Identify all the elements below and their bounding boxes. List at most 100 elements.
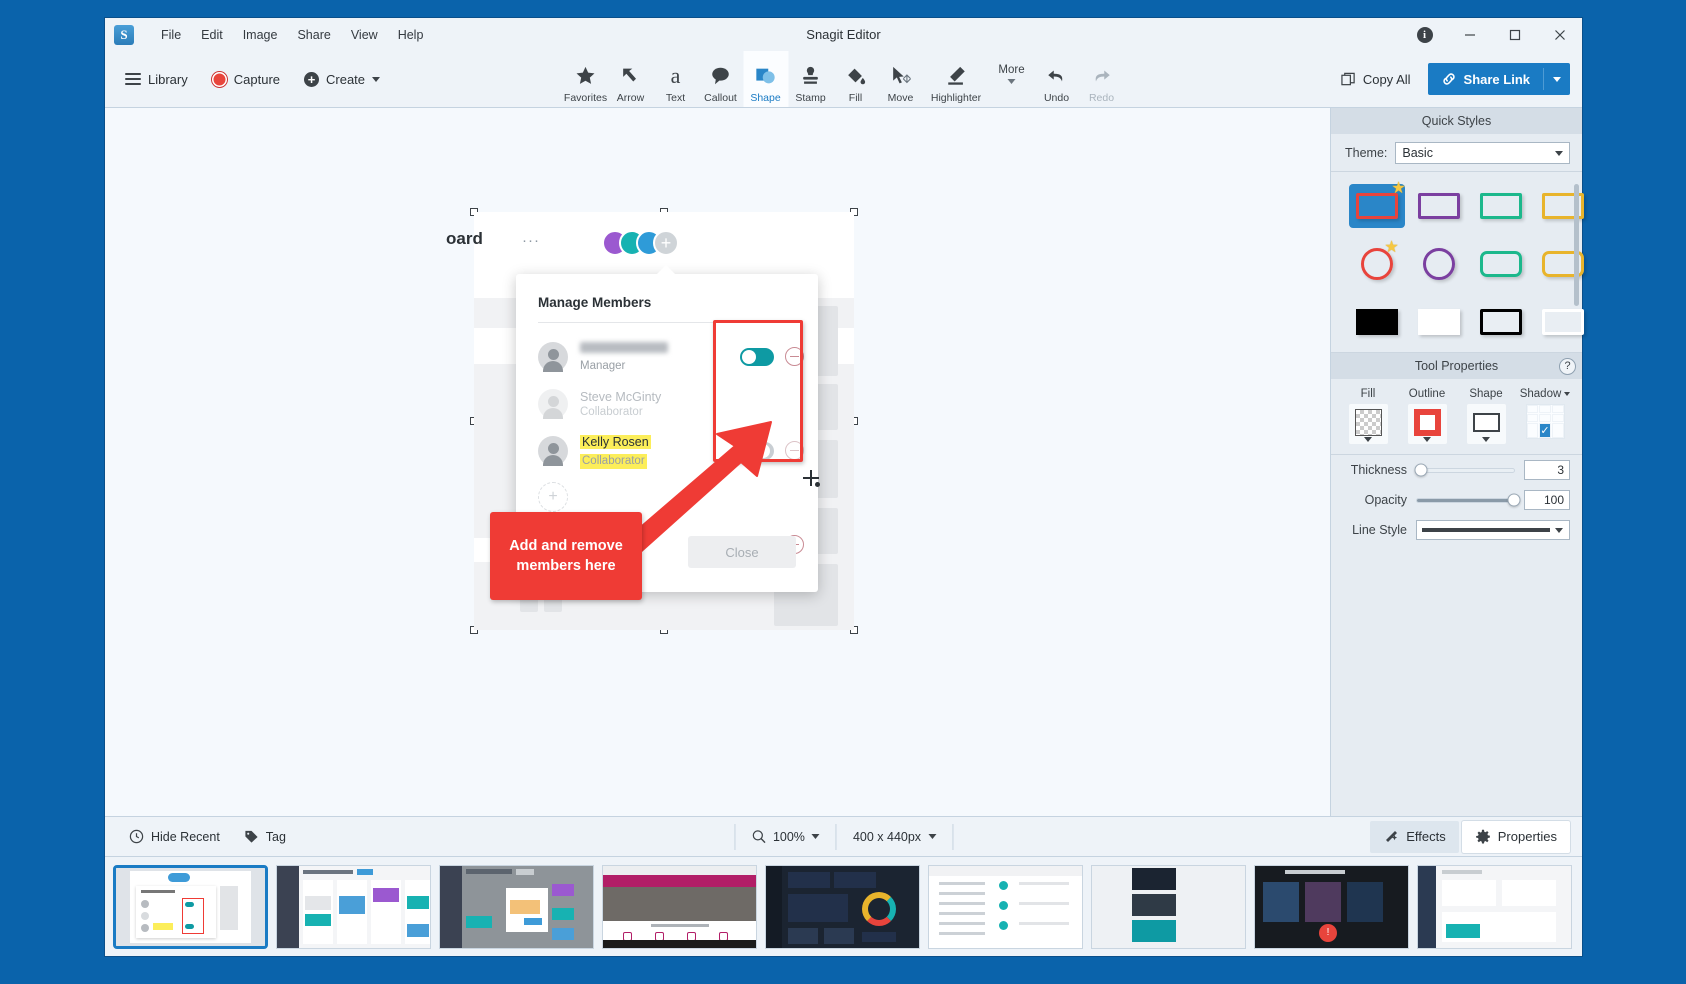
style-swatch-white-outline[interactable]	[1535, 300, 1591, 344]
opacity-value[interactable]: 100	[1524, 490, 1570, 510]
add-member-avatar-button[interactable]: +	[653, 230, 679, 256]
thickness-value[interactable]: 3	[1524, 460, 1570, 480]
style-swatch-teal-rounded[interactable]	[1473, 242, 1529, 286]
add-member-button[interactable]: +	[538, 482, 568, 512]
menu-edit[interactable]: Edit	[192, 24, 232, 46]
opacity-slider[interactable]	[1416, 498, 1515, 503]
style-swatch-amber-rectangle[interactable]	[1535, 184, 1591, 228]
tool-label: Arrow	[617, 92, 644, 104]
tool-label: Redo	[1089, 92, 1114, 104]
quick-styles-scrollbar[interactable]	[1574, 184, 1579, 306]
menu-image[interactable]: Image	[234, 24, 287, 46]
copy-all-label: Copy All	[1363, 72, 1411, 87]
help-button[interactable]: ?	[1559, 358, 1576, 375]
member-name: Kelly Rosen	[580, 435, 651, 449]
thumbnail-analytics-capture[interactable]	[1417, 865, 1572, 949]
menu-file[interactable]: File	[152, 24, 190, 46]
tool-stamp[interactable]: Stamp	[788, 51, 833, 107]
tool-text[interactable]: a Text	[653, 51, 698, 107]
shadow-cell[interactable]	[1539, 405, 1551, 413]
style-swatch-purple-circle[interactable]	[1411, 242, 1467, 286]
properties-tab[interactable]: Properties	[1462, 821, 1570, 853]
tool-arrow[interactable]: Arrow	[608, 51, 653, 107]
tool-fill[interactable]: Fill	[833, 51, 878, 107]
zoom-control[interactable]: 100%	[741, 823, 830, 850]
board-menu-icon[interactable]: ···	[522, 232, 540, 249]
capture-button[interactable]: Capture	[202, 66, 290, 93]
share-link-dropdown[interactable]	[1544, 69, 1570, 90]
hide-recent-button[interactable]: Hide Recent	[119, 823, 230, 850]
line-style-select[interactable]	[1416, 520, 1570, 540]
effects-tab[interactable]: Effects	[1370, 821, 1459, 853]
tag-button[interactable]: Tag	[234, 823, 296, 850]
shadow-cell-selected[interactable]: ✓	[1539, 423, 1551, 438]
recent-captures-filmstrip[interactable]: !	[105, 856, 1582, 956]
shadow-cell[interactable]	[1552, 423, 1564, 438]
thickness-knob[interactable]	[1414, 464, 1427, 477]
thumbnail-list-view-capture[interactable]	[928, 865, 1083, 949]
style-swatch-amber-rounded[interactable]	[1535, 242, 1591, 286]
shadow-cell[interactable]	[1527, 423, 1539, 438]
tool-undo[interactable]: Undo	[1034, 51, 1079, 107]
quick-styles-header: Quick Styles	[1331, 108, 1582, 134]
member-name: Harold Brennan	[580, 342, 668, 353]
shadow-cell[interactable]	[1527, 405, 1539, 413]
copy-all-button[interactable]: Copy All	[1332, 66, 1420, 93]
style-swatch-red-circle[interactable]: ★	[1349, 242, 1405, 286]
canvas-area[interactable]: oard ··· + Doing	[105, 108, 1330, 816]
shadow-label: Shadow	[1520, 388, 1571, 400]
share-link-button[interactable]: Share Link	[1428, 63, 1543, 95]
thumbnail-dark-board-capture[interactable]	[439, 865, 594, 949]
tool-redo[interactable]: Redo	[1079, 51, 1124, 107]
thumbnail-website-capture[interactable]	[602, 865, 757, 949]
gear-icon	[1475, 829, 1491, 845]
thumbnail-video-frames-capture[interactable]	[1091, 865, 1246, 949]
member-info: Harold Brennan Manager	[580, 341, 668, 374]
style-swatch-purple-rectangle[interactable]	[1411, 184, 1467, 228]
tool-highlighter[interactable]: Highlighter	[923, 51, 989, 107]
maximize-button[interactable]	[1492, 18, 1537, 51]
shadow-cell[interactable]	[1527, 414, 1539, 422]
menu-help[interactable]: Help	[389, 24, 433, 46]
theme-select[interactable]: Basic	[1395, 142, 1570, 164]
tool-callout[interactable]: Callout	[698, 51, 743, 107]
shadow-cell[interactable]	[1539, 414, 1551, 422]
style-swatch-white-filled[interactable]	[1411, 300, 1467, 344]
callout-annotation[interactable]: Add and remove members here	[490, 512, 642, 600]
shadow-position-grid[interactable]: ✓	[1526, 404, 1565, 439]
style-swatch-black-filled[interactable]	[1349, 300, 1405, 344]
tool-shape[interactable]: Shape	[743, 51, 788, 107]
dimensions-control[interactable]: 400 x 440px	[843, 824, 946, 850]
tool-more[interactable]: More	[989, 51, 1034, 107]
menu-view[interactable]: View	[342, 24, 387, 46]
thumbnail-dashboard-dark-capture[interactable]	[765, 865, 920, 949]
tool-favorites[interactable]: Favorites	[563, 51, 608, 107]
thumbnail-manage-members-capture[interactable]	[113, 865, 268, 949]
close-button[interactable]	[1537, 18, 1582, 51]
style-swatch-red-rectangle[interactable]: ★	[1349, 184, 1405, 228]
thumbnail-project-board-capture[interactable]	[276, 865, 431, 949]
tool-move[interactable]: Move	[878, 51, 923, 107]
thickness-slider[interactable]	[1416, 468, 1515, 473]
style-swatch-teal-rectangle[interactable]	[1473, 184, 1529, 228]
menu-share[interactable]: Share	[288, 24, 339, 46]
style-swatch-black-outline[interactable]	[1473, 300, 1529, 344]
chevron-down-icon	[928, 834, 936, 839]
shadow-cell[interactable]	[1552, 414, 1564, 422]
fill-swatch-button[interactable]	[1349, 404, 1388, 444]
status-left: Hide Recent Tag	[105, 823, 296, 850]
opacity-row: Opacity 100	[1331, 485, 1582, 515]
opacity-knob[interactable]	[1508, 494, 1521, 507]
shadow-cell[interactable]	[1552, 405, 1564, 413]
plus-circle-icon: +	[304, 72, 319, 87]
history-icon	[129, 829, 144, 844]
thumbnail-featured-products-capture[interactable]: !	[1254, 865, 1409, 949]
info-button[interactable]: i	[1402, 18, 1447, 51]
outline-swatch-button[interactable]	[1408, 404, 1447, 444]
library-button[interactable]: Library	[115, 66, 198, 93]
create-button[interactable]: + Create	[294, 66, 390, 93]
effects-label: Effects	[1406, 829, 1446, 844]
minimize-button[interactable]	[1447, 18, 1492, 51]
chevron-down-icon	[812, 834, 820, 839]
shape-picker-button[interactable]	[1467, 404, 1506, 444]
